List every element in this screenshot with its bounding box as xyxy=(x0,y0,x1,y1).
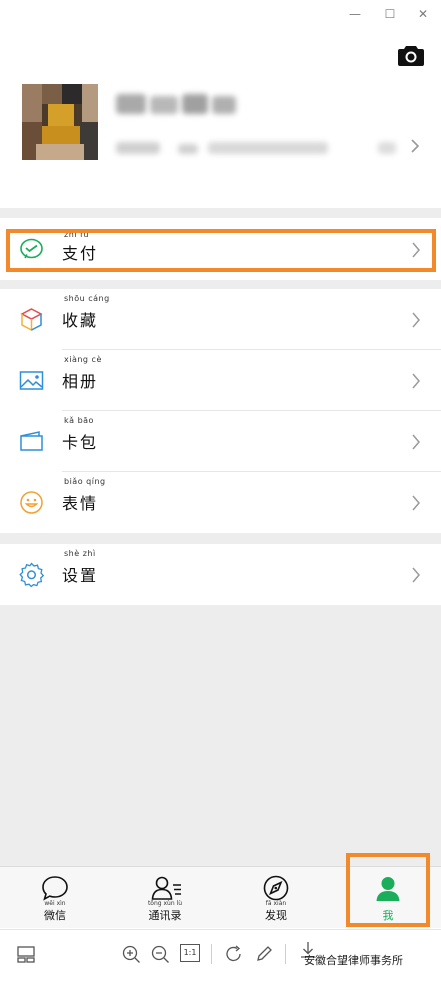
menu-item-cards[interactable]: kǎ bāo 卡包 xyxy=(0,411,441,472)
tab-pinyin: wēi xìn xyxy=(44,900,66,907)
smile-icon xyxy=(20,491,43,514)
menu-label: 设置 xyxy=(62,566,99,585)
card-icon xyxy=(20,431,43,451)
menu-label: 收藏 xyxy=(62,311,99,330)
menu-item-album[interactable]: xiàng cè 相册 xyxy=(0,350,441,411)
pinyin-label: biǎo qíng xyxy=(64,477,106,486)
camera-icon[interactable] xyxy=(398,44,424,66)
nickname-blurred xyxy=(116,92,238,116)
chevron-right-icon xyxy=(412,495,420,511)
maximize-button[interactable]: ☐ xyxy=(380,5,400,23)
contacts-icon xyxy=(151,876,181,900)
chevron-right-icon xyxy=(412,312,420,328)
menu-label: 卡包 xyxy=(62,433,99,452)
tab-label: 发现 xyxy=(265,909,287,922)
compass-icon xyxy=(263,875,289,901)
toolbar-separator xyxy=(211,944,212,964)
avatar[interactable] xyxy=(22,84,98,160)
rotate-icon[interactable] xyxy=(224,944,244,964)
tab-pinyin: tōng xùn lù xyxy=(147,900,183,907)
cube-icon xyxy=(20,308,43,332)
tab-chats[interactable]: wēi xìn 微信 xyxy=(15,867,95,929)
tab-label: 微信 xyxy=(44,909,66,922)
window-title-bar: — ☐ ✕ xyxy=(0,0,441,28)
tab-contacts[interactable]: tōng xùn lù 通讯录 xyxy=(125,867,205,929)
chevron-right-icon xyxy=(411,139,420,153)
thumbnail-view-icon[interactable] xyxy=(16,944,36,964)
edit-pencil-icon[interactable] xyxy=(254,944,274,964)
pinyin-label: xiàng cè xyxy=(64,355,102,364)
section-gap xyxy=(0,280,441,289)
tab-label: 通讯录 xyxy=(148,909,182,922)
minimize-button[interactable]: — xyxy=(345,5,365,23)
close-button[interactable]: ✕ xyxy=(413,5,433,23)
menu-item-favorites[interactable]: shōu cáng 收藏 xyxy=(0,289,441,350)
pinyin-label: shè zhì xyxy=(64,549,96,558)
section-gap xyxy=(0,533,441,544)
image-icon xyxy=(19,371,44,390)
chevron-right-icon xyxy=(412,434,420,450)
chat-bubble-icon xyxy=(42,876,68,901)
zoom-out-icon[interactable] xyxy=(150,944,170,964)
zoom-in-icon[interactable] xyxy=(121,944,141,964)
actual-size-button[interactable]: 1:1 xyxy=(180,944,200,962)
menu-label: 相册 xyxy=(62,372,99,391)
me-tab-highlight-frame xyxy=(346,853,430,927)
image-viewer-toolbar: 1:1 安徽合望律师事务所 xyxy=(0,929,441,988)
chevron-right-icon xyxy=(412,373,420,389)
tab-pinyin: fā xiàn xyxy=(265,900,287,907)
pay-highlight-frame xyxy=(6,229,436,272)
pinyin-label: kǎ bāo xyxy=(64,416,94,425)
pinyin-label: shōu cáng xyxy=(64,294,110,303)
watermark-text: 安徽合望律师事务所 xyxy=(304,954,403,967)
menu-item-settings[interactable]: shè zhì 设置 xyxy=(0,544,441,605)
toolbar-separator xyxy=(285,944,286,964)
gear-icon xyxy=(19,562,44,587)
wechat-id-blurred xyxy=(116,140,406,154)
tab-discover[interactable]: fā xiàn 发现 xyxy=(236,867,316,929)
empty-area xyxy=(0,605,441,866)
profile-header[interactable] xyxy=(0,28,441,208)
menu-item-stickers[interactable]: biǎo qíng 表情 xyxy=(0,472,441,533)
chevron-right-icon xyxy=(412,567,420,583)
menu-label: 表情 xyxy=(62,494,99,513)
